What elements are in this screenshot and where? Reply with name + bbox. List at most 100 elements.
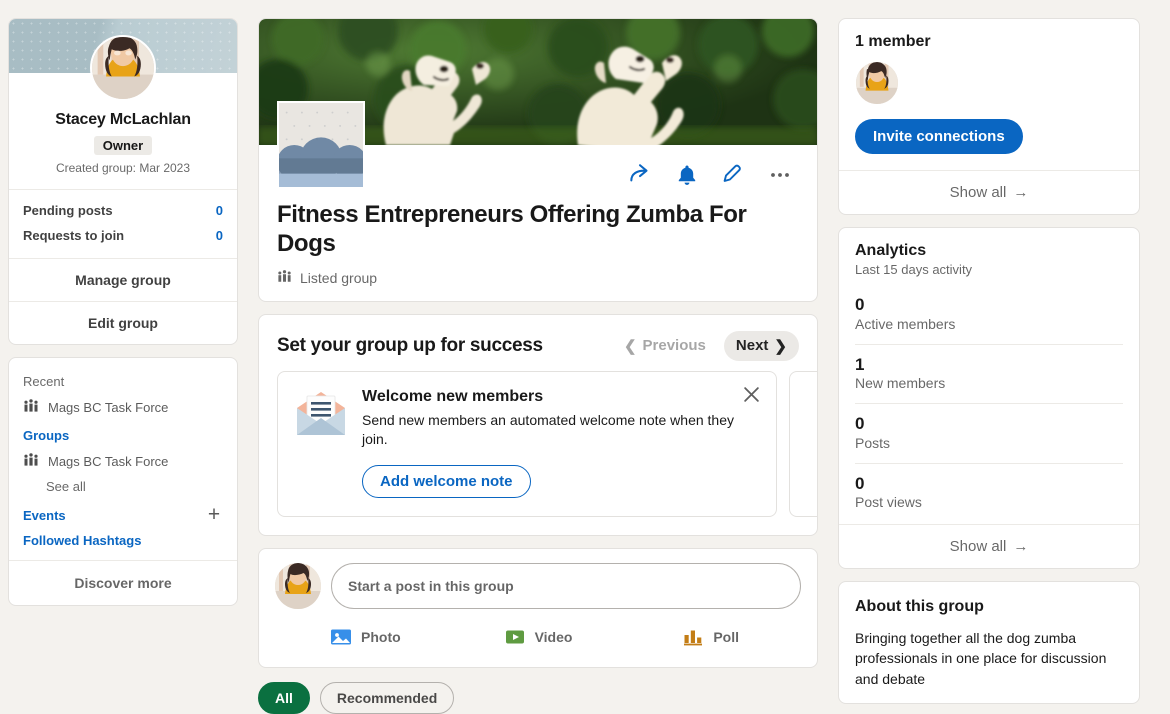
stat-label: Pending posts [23, 203, 113, 218]
add-video-button[interactable]: Video [452, 617, 625, 657]
close-icon[interactable] [738, 382, 764, 408]
slide-description: Send new members an automated welcome no… [362, 411, 734, 448]
group-stats: Pending posts 0 Requests to join 0 [9, 189, 237, 258]
recent-label: Recent [23, 374, 65, 389]
invite-connections-button[interactable]: Invite connections [855, 119, 1023, 154]
carousel-previous-button[interactable]: ❮ Previous [612, 331, 718, 361]
discover-more-button[interactable]: Discover more [9, 560, 237, 605]
carousel-slides: Welcome new members Send new members an … [259, 370, 817, 536]
analytics-header: Analytics Last 15 days activity [839, 228, 1139, 281]
next-label: Next [735, 337, 769, 355]
analytics-item-posts: 0 Posts [855, 404, 1123, 464]
left-sidebar: Stacey McLachlan Owner Created group: Ma… [8, 18, 238, 714]
filter-pill-recommended[interactable]: Recommended [319, 682, 455, 714]
composer-action-label: Video [534, 629, 573, 646]
sidebar-item-group[interactable]: Mags BC Task Force [9, 447, 237, 476]
manage-group-button[interactable]: Manage group [9, 258, 237, 301]
carousel-slide-next-peek[interactable] [789, 370, 817, 518]
add-welcome-note-button[interactable]: Add welcome note [362, 465, 531, 499]
avatar-wrap [9, 35, 237, 101]
photo-icon [330, 626, 352, 648]
more-options-icon[interactable] [767, 162, 793, 188]
events-row: Events + [9, 502, 237, 527]
about-title: About this group [855, 598, 984, 616]
carousel-nav: ❮ Previous Next ❯ [612, 330, 799, 361]
analytics-label: Active members [855, 315, 956, 332]
stat-row-pending-posts[interactable]: Pending posts 0 [23, 198, 223, 223]
people-icon [277, 269, 292, 287]
slide-title: Welcome new members [362, 387, 544, 405]
feed-filter-pills: All Recommended [258, 682, 818, 714]
composer-action-label: Photo [361, 629, 401, 646]
people-icon [23, 398, 39, 417]
stat-label: Requests to join [23, 228, 125, 243]
envelope-icon [294, 388, 348, 499]
members-body: 1 member Invite connections [839, 19, 1139, 170]
analytics-value: 0 [855, 295, 865, 314]
people-icon [23, 452, 39, 471]
analytics-subtitle: Last 15 days activity [855, 262, 973, 277]
followed-hashtags-label[interactable]: Followed Hashtags [9, 527, 237, 552]
edit-group-button[interactable]: Edit group [9, 301, 237, 344]
owner-badge: Owner [93, 136, 153, 155]
avatar[interactable] [275, 563, 321, 610]
groups-label[interactable]: Groups [9, 422, 237, 447]
right-sidebar: 1 member Invite connections Show all → A… [838, 18, 1140, 714]
profile-card: Stacey McLachlan Owner Created group: Ma… [8, 18, 238, 345]
analytics-value: 1 [855, 354, 865, 374]
see-all-groups-link[interactable]: See all [9, 476, 237, 502]
composer-action-label: Poll [713, 629, 740, 646]
slide-inner: Welcome new members Send new members an … [294, 388, 760, 499]
carousel-next-button[interactable]: Next ❯ [723, 330, 799, 361]
group-setup-carousel: Set your group up for success ❮ Previous… [258, 313, 818, 537]
create-poll-button[interactable]: Poll [624, 617, 797, 657]
share-icon[interactable] [627, 162, 653, 188]
group-visibility-label: Listed group [300, 269, 378, 286]
bell-icon[interactable] [675, 163, 699, 187]
group-header-card: Fitness Entrepreneurs Offering Zumba For… [258, 18, 818, 302]
arrow-right-icon: → [1013, 538, 1029, 556]
members-show-all-button[interactable]: Show all → [839, 170, 1139, 214]
add-photo-button[interactable]: Photo [279, 617, 452, 657]
carousel-header: Set your group up for success ❮ Previous… [259, 315, 817, 371]
events-label[interactable]: Events [9, 502, 80, 527]
stat-row-requests-to-join[interactable]: Requests to join 0 [23, 223, 223, 248]
group-head: Fitness Entrepreneurs Offering Zumba For… [259, 101, 817, 301]
member-avatar-list [855, 61, 1123, 105]
carousel-slide-welcome: Welcome new members Send new members an … [277, 370, 777, 518]
about-description: Bringing together all the dog zumba prof… [855, 630, 1107, 687]
chevron-right-icon: ❯ [774, 337, 787, 355]
analytics-label: Posts [855, 434, 891, 451]
analytics-item-post-views: 0 Post views [855, 464, 1123, 523]
group-logo[interactable] [277, 101, 365, 189]
slide-text-block: Welcome new members Send new members an … [362, 388, 760, 499]
analytics-card: Analytics Last 15 days activity 0 Active… [838, 227, 1140, 570]
sidebar-nav-card: Recent Mags BC Task Force Groups Mags BC… [8, 357, 238, 606]
about-body: About this group Bringing together all t… [839, 582, 1139, 703]
analytics-value: 0 [855, 414, 865, 434]
member-count-label: 1 member [855, 33, 931, 50]
carousel-title: Set your group up for success [277, 334, 543, 356]
arrow-right-icon: → [1013, 184, 1029, 201]
members-card: 1 member Invite connections Show all → [838, 18, 1140, 215]
sidebar-item-recent-group[interactable]: Mags BC Task Force [9, 393, 237, 422]
profile-body: Stacey McLachlan Owner Created group: Ma… [9, 101, 237, 189]
start-post-input[interactable]: Start a post in this group [331, 563, 801, 610]
page-title: Fitness Entrepreneurs Offering Zumba For… [277, 201, 747, 257]
page-root: Stacey McLachlan Owner Created group: Ma… [0, 0, 1170, 714]
profile-name: Stacey McLachlan [55, 111, 191, 128]
add-event-icon[interactable]: + [203, 504, 225, 526]
analytics-value: 0 [855, 473, 865, 493]
analytics-label: Post views [855, 494, 922, 511]
analytics-list: 0 Active members 1 New members 0 Posts 0… [839, 281, 1139, 524]
filter-pill-all[interactable]: All [258, 682, 310, 714]
avatar[interactable] [855, 61, 899, 105]
sidebar-item-label: Mags BC Task Force [48, 400, 169, 415]
analytics-item-active-members: 0 Active members [855, 285, 1123, 345]
poll-icon [682, 626, 704, 648]
pencil-icon[interactable] [721, 163, 745, 187]
composer-row: Start a post in this group [275, 563, 801, 610]
post-composer-card: Start a post in this group Photo Video P… [258, 548, 818, 669]
analytics-show-all-button[interactable]: Show all → [839, 524, 1139, 568]
avatar[interactable] [90, 35, 156, 101]
